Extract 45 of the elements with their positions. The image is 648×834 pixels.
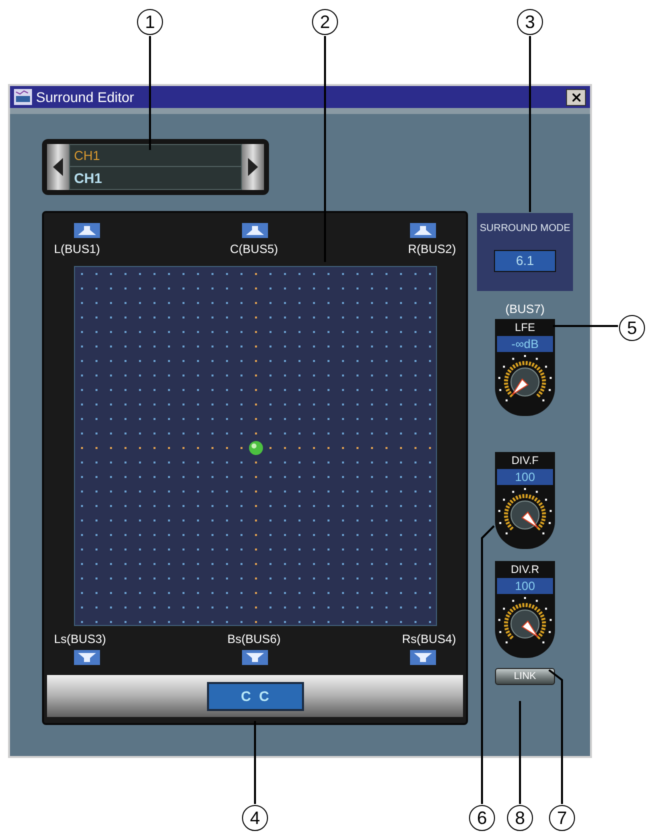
callout-number: 5 <box>619 315 645 341</box>
position-readout: C <box>240 686 251 706</box>
callout-number: 8 <box>507 805 533 831</box>
lfe-bus-label: (BUS7) <box>505 301 545 317</box>
callout-number: 4 <box>242 805 268 831</box>
knob-value: -∞dB <box>497 336 553 352</box>
speaker-label: Ls(BUS3) <box>54 631 106 648</box>
previous-channel-button[interactable] <box>47 144 69 190</box>
left-triangle-icon <box>53 158 63 176</box>
pan-position-icon[interactable] <box>248 441 262 455</box>
speaker-label: Rs(BUS4) <box>402 631 456 648</box>
speaker-icon <box>410 223 436 238</box>
knob-label: DIV.R <box>510 563 540 578</box>
knob-label: LFE <box>514 321 536 336</box>
speaker-icon <box>74 223 100 238</box>
speaker-label: L(BUS1) <box>54 241 100 258</box>
channel-name: CH1 <box>70 145 241 167</box>
surround-mode-value[interactable]: 6.1 <box>494 250 556 272</box>
knob-value: 100 <box>497 578 553 594</box>
window-title: Surround Editor <box>36 88 134 106</box>
speaker-icon <box>242 223 268 238</box>
callout-number: 1 <box>137 9 163 35</box>
link-button[interactable]: LINK <box>495 668 555 685</box>
leader-line <box>553 325 618 327</box>
close-button[interactable] <box>566 88 586 106</box>
callout-number: 6 <box>469 805 495 831</box>
right-triangle-icon <box>248 158 258 176</box>
channel-short-name: CH1 <box>73 169 104 188</box>
surround-mode-title: SURROUND MODE <box>480 222 570 236</box>
app-icon <box>14 89 32 105</box>
knob-label: DIV.F <box>511 454 539 469</box>
callout-number: 7 <box>549 805 575 831</box>
speaker-icon <box>410 650 436 665</box>
speaker-icon <box>74 650 100 665</box>
next-channel-button[interactable] <box>242 144 264 190</box>
speaker-label: R(BUS2) <box>408 241 456 258</box>
pan-grid-drawing[interactable] <box>74 266 436 626</box>
callout-number: 2 <box>312 9 338 35</box>
speaker-label: Bs(BUS6) <box>227 631 281 648</box>
speaker-icon <box>242 650 268 665</box>
close-icon <box>570 90 582 104</box>
knob-value: 100 <box>497 469 553 485</box>
position-readout: C <box>259 686 270 706</box>
speaker-label: C(BUS5) <box>230 241 278 258</box>
callout-number: 3 <box>517 9 543 35</box>
